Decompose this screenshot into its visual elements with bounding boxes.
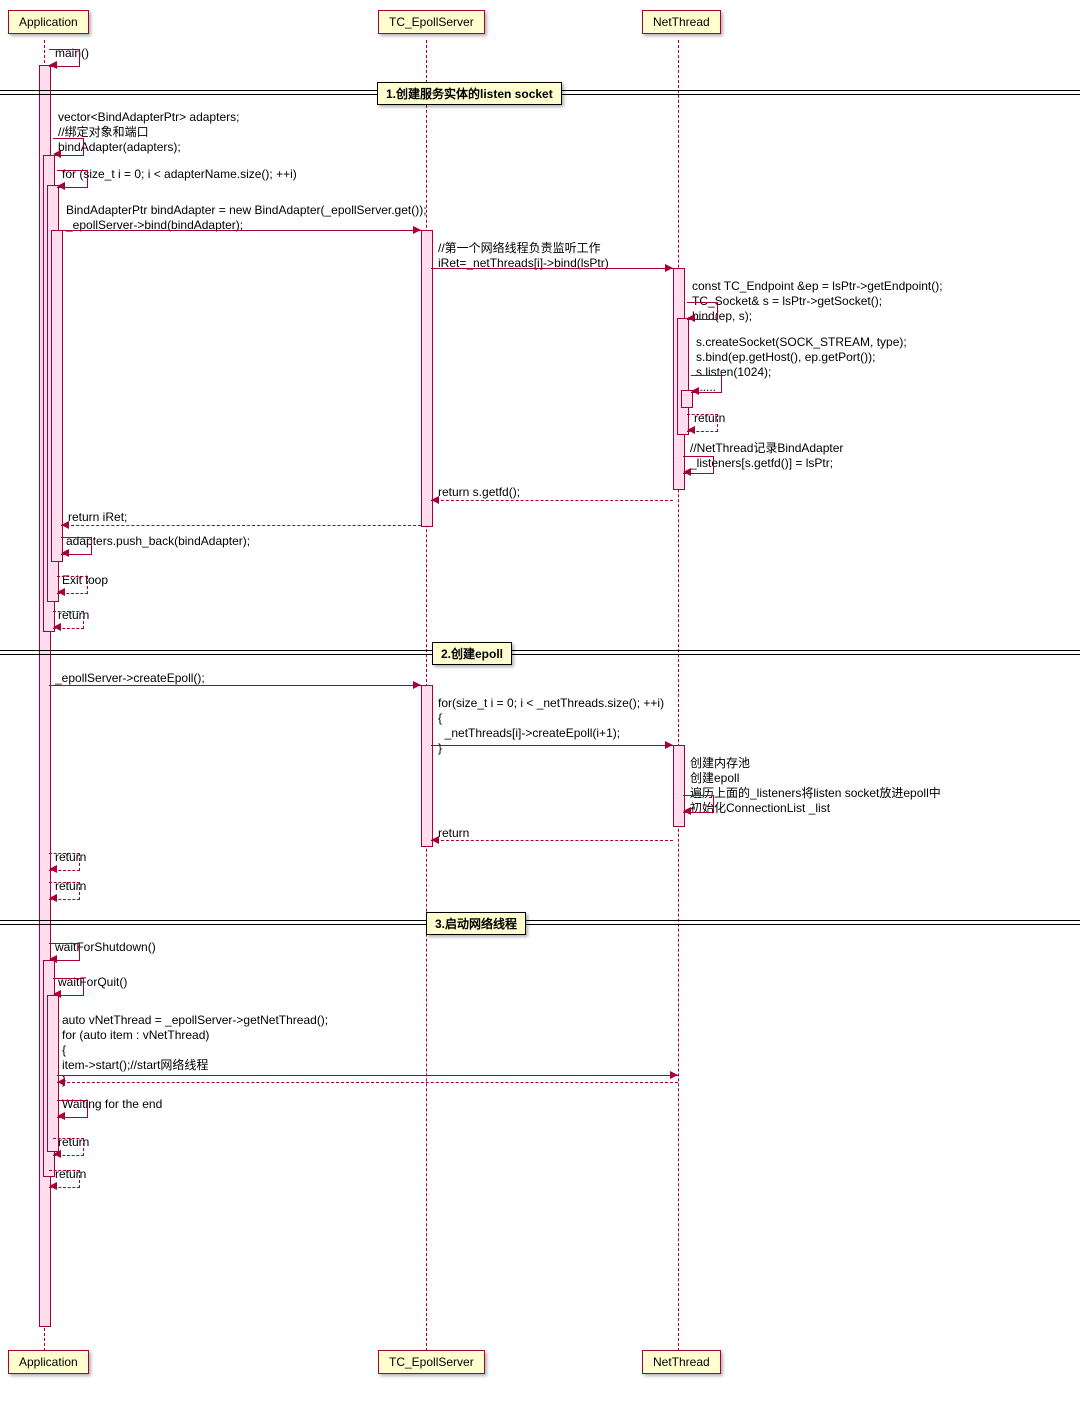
arrowhead bbox=[665, 741, 673, 749]
arrowhead bbox=[57, 182, 65, 190]
participant-epollserver-top: TC_EpollServer bbox=[378, 10, 485, 34]
arrow bbox=[431, 745, 673, 746]
activation bbox=[421, 685, 433, 847]
participant-application-top: Application bbox=[8, 10, 89, 34]
arrowhead bbox=[49, 894, 57, 902]
participant-epollserver-bottom: TC_EpollServer bbox=[378, 1350, 485, 1374]
msg-ret3: return bbox=[438, 826, 469, 841]
arrowhead bbox=[49, 865, 57, 873]
arrowhead bbox=[61, 549, 69, 557]
arrowhead bbox=[49, 1182, 57, 1190]
msg-auto: auto vNetThread = _epollServer->getNetTh… bbox=[62, 1013, 328, 1088]
arrow-return bbox=[57, 1082, 678, 1083]
arrowhead bbox=[49, 61, 57, 69]
arrowhead bbox=[687, 426, 695, 434]
participant-netthread-bottom: NetThread bbox=[642, 1350, 721, 1374]
arrowhead bbox=[53, 1150, 61, 1158]
msg-push: adapters.push_back(bindAdapter); bbox=[66, 534, 250, 549]
msg-for1: for (size_t i = 0; i < adapterName.size(… bbox=[62, 167, 297, 182]
arrowhead bbox=[57, 588, 65, 596]
arrowhead bbox=[691, 387, 699, 395]
arrowhead bbox=[687, 314, 695, 322]
arrowhead bbox=[683, 807, 691, 815]
msg-sock: s.createSocket(SOCK_STREAM, type); s.bin… bbox=[696, 335, 907, 395]
arrow-return bbox=[61, 525, 421, 526]
arrowhead bbox=[57, 1078, 65, 1086]
activation bbox=[51, 230, 63, 562]
arrowhead bbox=[413, 681, 421, 689]
arrowhead bbox=[683, 468, 691, 476]
arrow bbox=[49, 685, 421, 686]
arrowhead bbox=[53, 990, 61, 998]
msg-vec: vector<BindAdapterPtr> adapters; //绑定对象和… bbox=[58, 110, 239, 155]
divider-3: 3.启动网络线程 bbox=[426, 912, 526, 935]
participant-application-bottom: Application bbox=[8, 1350, 89, 1374]
arrow-return bbox=[431, 500, 673, 501]
divider-line bbox=[0, 650, 1080, 655]
arrowhead bbox=[57, 1112, 65, 1120]
arrow bbox=[431, 268, 673, 269]
msg-create: _epollServer->createEpoll(); bbox=[55, 671, 205, 686]
arrowhead bbox=[61, 521, 69, 529]
divider-2: 2.创建epoll bbox=[432, 642, 512, 665]
arrow-return bbox=[431, 840, 673, 841]
divider-line bbox=[0, 920, 1080, 925]
sequence-diagram: Application TC_EpollServer NetThread App… bbox=[0, 0, 1080, 1401]
arrow bbox=[61, 230, 421, 231]
msg-retiret: return iRet; bbox=[68, 510, 127, 525]
arrowhead bbox=[49, 955, 57, 963]
msg-bind1: BindAdapterPtr bindAdapter = new BindAda… bbox=[66, 203, 427, 233]
msg-for2: for(size_t i = 0; i < _netThreads.size()… bbox=[438, 696, 664, 756]
arrowhead bbox=[431, 496, 439, 504]
arrowhead bbox=[431, 836, 439, 844]
msg-net1: //第一个网络线程负责监听工作 iRet=_netThreads[i]->bin… bbox=[438, 241, 609, 271]
participant-netthread-top: NetThread bbox=[642, 10, 721, 34]
lifeline-netthread bbox=[678, 40, 679, 1361]
msg-retfd: return s.getfd(); bbox=[438, 485, 520, 500]
arrowhead bbox=[413, 226, 421, 234]
arrow bbox=[57, 1075, 678, 1076]
arrowhead bbox=[665, 264, 673, 272]
arrowhead bbox=[670, 1071, 678, 1079]
arrowhead bbox=[53, 623, 61, 631]
msg-ep1: const TC_Endpoint &ep = lsPtr->getEndpoi… bbox=[692, 279, 943, 324]
divider-1: 1.创建服务实体的listen socket bbox=[377, 82, 562, 105]
msg-pool: 创建内存池 创建epoll 遍历上面的_listeners将listen soc… bbox=[690, 756, 941, 816]
arrowhead bbox=[53, 150, 61, 158]
activation bbox=[47, 995, 59, 1152]
activation bbox=[421, 230, 433, 527]
